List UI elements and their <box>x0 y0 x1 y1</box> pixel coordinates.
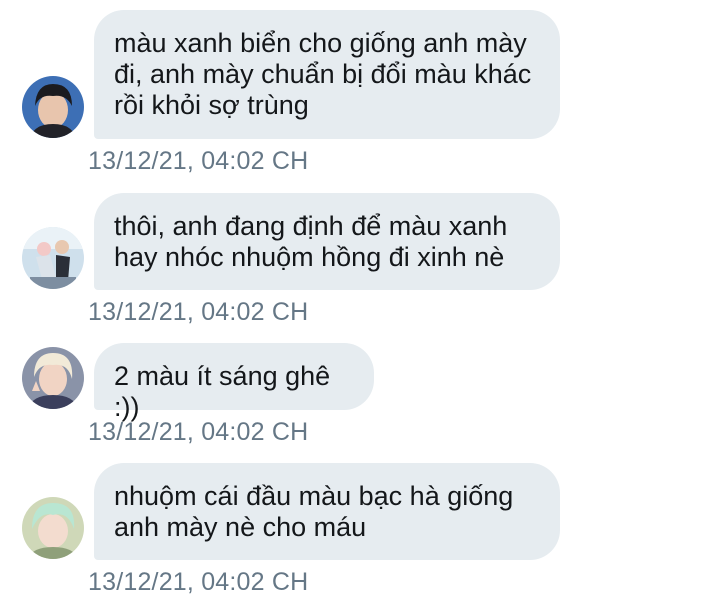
user-avatar-icon[interactable] <box>22 497 84 559</box>
message-timestamp: 13/12/21, 04:02 CH <box>88 568 309 596</box>
user-avatar-icon[interactable] <box>22 76 84 138</box>
message-row: nhuộm cái đầu màu bạc hà giống anh mày n… <box>0 450 720 596</box>
message-timestamp: 13/12/21, 04:02 CH <box>88 418 309 446</box>
message-row: màu xanh biển cho giống anh mày đi, anh … <box>0 0 720 180</box>
message-bubble: 2 màu ít sáng ghê :)) <box>94 343 374 422</box>
message-timestamp: 13/12/21, 04:02 CH <box>88 298 309 326</box>
message-bubble: thôi, anh đang định để màu xanh hay nhóc… <box>94 193 560 290</box>
user-avatar-icon[interactable] <box>22 227 84 289</box>
message-row: thôi, anh đang định để màu xanh hay nhóc… <box>0 180 720 330</box>
user-avatar-icon[interactable] <box>22 347 84 409</box>
message-row: 2 màu ít sáng ghê :)) 13/12/21, 04:02 CH <box>0 330 720 450</box>
message-bubble: nhuộm cái đầu màu bạc hà giống anh mày n… <box>94 463 560 560</box>
message-bubble: màu xanh biển cho giống anh mày đi, anh … <box>94 10 560 139</box>
message-timestamp: 13/12/21, 04:02 CH <box>88 147 309 175</box>
message-thread: màu xanh biển cho giống anh mày đi, anh … <box>0 0 720 596</box>
